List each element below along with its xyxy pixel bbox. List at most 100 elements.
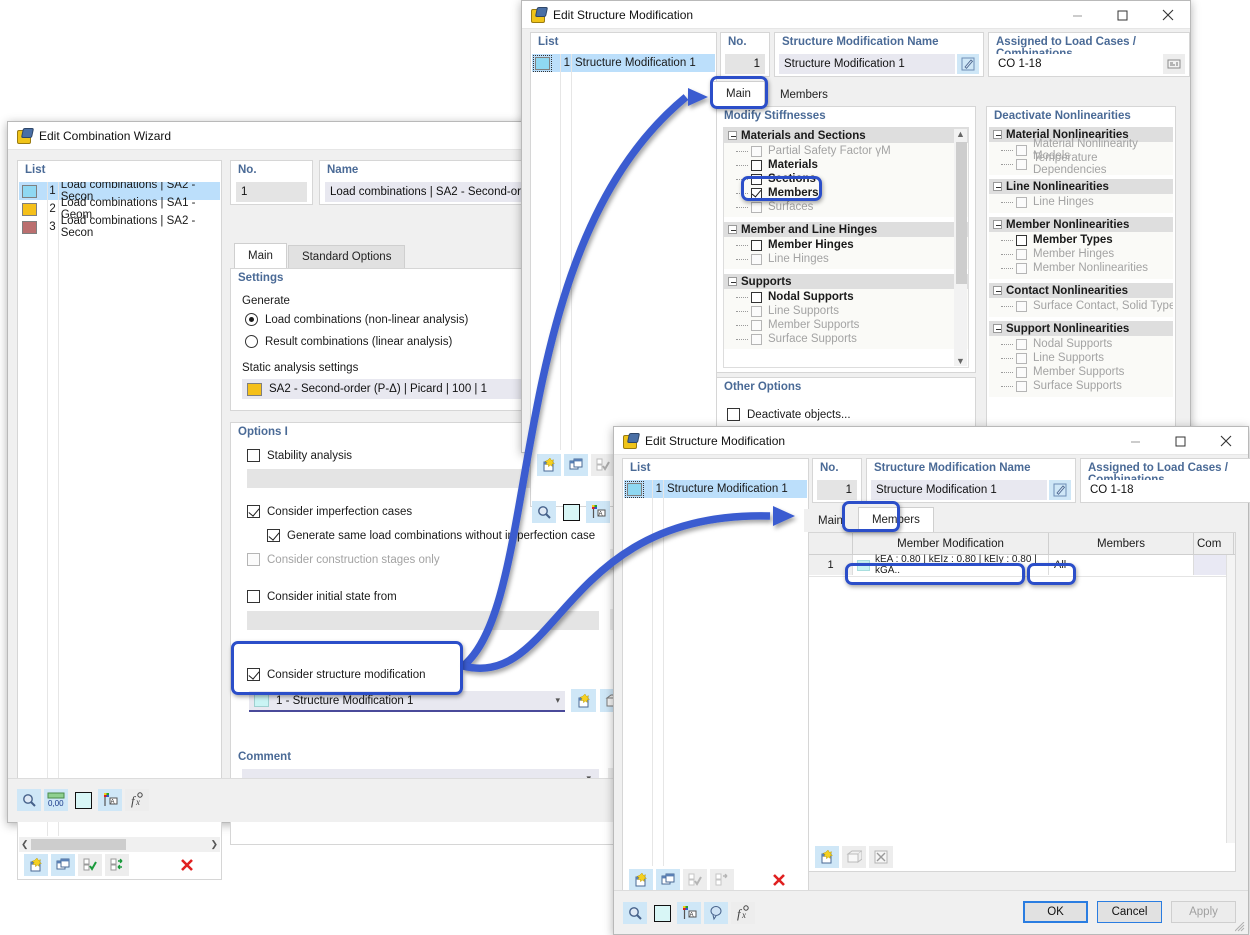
tab-members[interactable]: Members bbox=[857, 507, 934, 532]
collapse-icon[interactable] bbox=[993, 130, 1002, 139]
collapse-icon[interactable] bbox=[993, 286, 1002, 295]
tree-category[interactable]: Member and Line Hinges bbox=[724, 222, 968, 237]
tree-item[interactable]: Nodal Supports bbox=[989, 337, 1173, 351]
legend-icon[interactable]: A bbox=[677, 902, 701, 924]
invert-selection-icon[interactable] bbox=[710, 869, 734, 891]
tree-item[interactable]: Line Hinges bbox=[989, 195, 1173, 209]
tree-item[interactable]: Member Supports bbox=[724, 318, 968, 332]
assigned-field[interactable]: CO 1-18 bbox=[1085, 480, 1250, 500]
magnifier-icon[interactable] bbox=[17, 789, 41, 811]
list-item[interactable]: 3 Load combinations | SA2 - Secon bbox=[19, 215, 220, 239]
picker-icon[interactable] bbox=[1163, 54, 1185, 74]
delete-icon[interactable] bbox=[175, 854, 199, 876]
delete-row-icon[interactable] bbox=[869, 846, 893, 868]
formula-icon[interactable]: fx bbox=[731, 902, 755, 924]
nonlinearities-tree[interactable]: Material Nonlinearities Material Nonline… bbox=[989, 127, 1173, 452]
stiffness-tree[interactable]: Materials and Sections Partial Safety Fa… bbox=[723, 127, 969, 368]
tree-item[interactable]: Materials bbox=[724, 158, 968, 172]
copy-item-icon[interactable] bbox=[564, 454, 588, 476]
tree-category[interactable]: Support Nonlinearities bbox=[989, 321, 1173, 336]
tree-item[interactable]: Surface Contact, Solid Types ˇCo bbox=[989, 299, 1173, 313]
new-item-icon[interactable] bbox=[629, 869, 653, 891]
tree-item[interactable]: Line Hinges bbox=[724, 252, 968, 266]
chevron-right-icon[interactable]: ❯ bbox=[210, 839, 218, 850]
collapse-icon[interactable] bbox=[993, 324, 1002, 333]
checkbox-structure-modification[interactable]: Consider structure modification bbox=[247, 668, 426, 681]
titlebar[interactable]: Edit Structure Modification bbox=[614, 427, 1248, 455]
magnifier-icon[interactable] bbox=[623, 902, 647, 924]
collapse-icon[interactable] bbox=[728, 277, 737, 286]
cancel-button[interactable]: Cancel bbox=[1097, 901, 1162, 923]
radio-result-combinations[interactable]: Result combinations (linear analysis) bbox=[245, 335, 452, 348]
tree-item-members[interactable]: Members bbox=[724, 186, 968, 200]
new-item-icon[interactable] bbox=[24, 854, 48, 876]
chevron-down-icon[interactable]: ▼ bbox=[956, 356, 965, 366]
minimize-icon[interactable] bbox=[1055, 1, 1100, 29]
tree-item[interactable]: Member Nonlinearities bbox=[989, 261, 1173, 275]
tree-category[interactable]: Supports bbox=[724, 274, 968, 289]
tree-item[interactable]: Surface Supports bbox=[724, 332, 968, 346]
tab-main[interactable]: Main bbox=[712, 81, 765, 106]
delete-icon[interactable] bbox=[767, 869, 791, 891]
table-header-comment[interactable]: Com bbox=[1194, 533, 1234, 554]
collapse-icon[interactable] bbox=[993, 220, 1002, 229]
select-all-icon[interactable] bbox=[683, 869, 707, 891]
tree-item[interactable]: Surface Supports bbox=[989, 379, 1173, 393]
tree-item[interactable]: Member Hinges bbox=[989, 247, 1173, 261]
assigned-field[interactable]: CO 1-18 bbox=[993, 54, 1161, 74]
copy-item-icon[interactable] bbox=[51, 854, 75, 876]
copy-item-icon[interactable] bbox=[656, 869, 680, 891]
titlebar[interactable]: Edit Structure Modification bbox=[522, 1, 1190, 29]
table-header-members[interactable]: Members bbox=[1049, 533, 1194, 554]
edit-pen-icon[interactable] bbox=[1049, 480, 1071, 500]
tab-main[interactable]: Main bbox=[234, 243, 287, 268]
collapse-icon[interactable] bbox=[728, 225, 737, 234]
tree-item[interactable]: Surfaces bbox=[724, 200, 968, 214]
magnifier-icon[interactable] bbox=[532, 501, 556, 523]
legend-icon[interactable]: A bbox=[98, 789, 122, 811]
scroll-thumb[interactable] bbox=[30, 839, 126, 850]
collapse-icon[interactable] bbox=[728, 131, 737, 140]
close-icon[interactable] bbox=[1203, 427, 1248, 455]
tree-category[interactable]: Line Nonlinearities bbox=[989, 179, 1173, 194]
checkbox-deactivate-objects[interactable]: Deactivate objects... bbox=[727, 408, 851, 421]
legend-icon[interactable]: A bbox=[586, 501, 610, 523]
resize-grip[interactable] bbox=[1234, 921, 1245, 932]
tab-main[interactable]: Main bbox=[804, 509, 857, 532]
chevron-left-icon[interactable]: ❮ bbox=[21, 839, 29, 850]
table-cell-members[interactable]: All bbox=[1049, 555, 1194, 575]
tree-item[interactable]: Nodal Supports bbox=[724, 290, 968, 304]
table-cell-member-modification[interactable]: kEA : 0.80 | kEIz : 0.80 | kEIy : 0.80 |… bbox=[853, 554, 1049, 576]
help-icon[interactable] bbox=[704, 902, 728, 924]
chevron-down-icon[interactable]: ▾ bbox=[555, 695, 560, 706]
tree-item[interactable]: Line Supports bbox=[724, 304, 968, 318]
initial-state-field[interactable] bbox=[247, 611, 599, 630]
checkbox-generate-same-combinations[interactable]: Generate same load combinations without … bbox=[267, 529, 595, 542]
select-all-icon[interactable] bbox=[78, 854, 102, 876]
tree-item[interactable]: Member Supports bbox=[989, 365, 1173, 379]
list-hscrollbar[interactable]: ❮ ❯ bbox=[19, 837, 220, 852]
radio-load-combinations[interactable]: Load combinations (non-linear analysis) bbox=[245, 313, 468, 326]
checkbox-construction-stages[interactable]: Consider construction stages only bbox=[247, 553, 440, 566]
no-field[interactable]: 1 bbox=[725, 54, 765, 74]
edit-pen-icon[interactable] bbox=[957, 54, 979, 74]
no-field[interactable]: 1 bbox=[817, 480, 857, 500]
tree-item[interactable]: Sections bbox=[724, 172, 968, 186]
new-structure-modification-icon[interactable] bbox=[571, 689, 596, 712]
color-swatch-icon[interactable] bbox=[559, 501, 583, 523]
structure-modification-combo[interactable]: 1 - Structure Modification 1 ▾ bbox=[249, 691, 565, 712]
color-swatch-icon[interactable] bbox=[71, 789, 95, 811]
tab-members[interactable]: Members bbox=[765, 83, 842, 106]
ok-button[interactable]: OK bbox=[1023, 901, 1088, 923]
tree-category[interactable]: Materials and Sections bbox=[724, 128, 968, 143]
name-field[interactable]: Structure Modification 1 bbox=[779, 54, 955, 74]
maximize-icon[interactable] bbox=[1100, 1, 1145, 29]
table-header-member-modification[interactable]: Member Modification bbox=[853, 533, 1049, 554]
scroll-thumb[interactable] bbox=[956, 142, 967, 284]
new-item-icon[interactable] bbox=[815, 846, 839, 868]
tree-item[interactable]: Member Hinges bbox=[724, 238, 968, 252]
tree-category[interactable]: Member Nonlinearities bbox=[989, 217, 1173, 232]
edit-structure-modification-main-window[interactable]: Edit Structure Modification List 1 Struc… bbox=[521, 0, 1191, 523]
formula-icon[interactable]: fx bbox=[125, 789, 149, 811]
invert-selection-icon[interactable] bbox=[105, 854, 129, 876]
